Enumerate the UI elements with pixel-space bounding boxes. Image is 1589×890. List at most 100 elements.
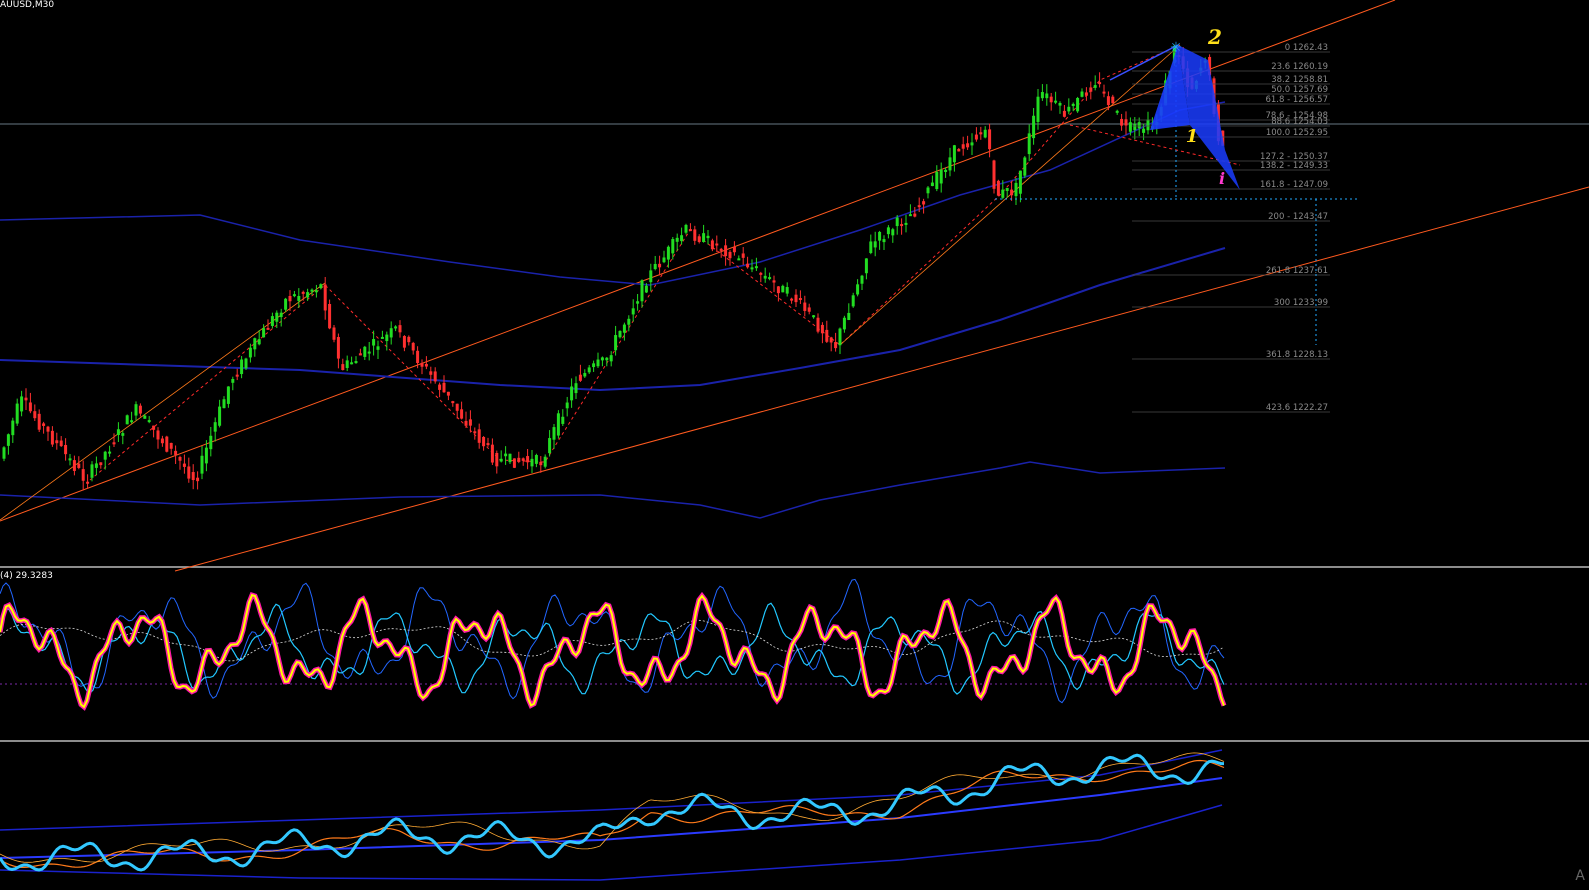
candle-body <box>416 350 420 364</box>
chart-canvas[interactable]: 0 1262.43 23.6 1260.19 38.2 1258.8150.0 12… <box>0 0 1589 886</box>
candle-body <box>499 458 503 462</box>
candle-body <box>1027 133 1031 155</box>
candle-body <box>482 436 486 447</box>
candle-body <box>697 236 701 243</box>
candle-body <box>490 444 494 463</box>
candle-body <box>1084 92 1088 96</box>
candle-body <box>983 129 987 138</box>
candle-body <box>451 401 455 404</box>
candle-body <box>644 285 648 293</box>
candle-body <box>812 315 816 318</box>
candle-body <box>1054 100 1058 103</box>
candle-body <box>838 328 842 346</box>
candle-body <box>807 307 811 312</box>
candle-body <box>336 337 340 359</box>
fib-level-label: 38.2 1258.81 <box>1271 75 1328 85</box>
candle-body <box>605 357 609 361</box>
candle-body <box>512 458 516 468</box>
candle-body <box>90 464 94 478</box>
candle-body <box>420 362 424 367</box>
candle-body <box>50 430 54 445</box>
candle-body <box>495 452 499 467</box>
candle-body <box>820 324 824 334</box>
candle-body <box>834 342 838 349</box>
candle-body <box>1067 106 1071 112</box>
candle-body <box>33 411 37 419</box>
candle-body <box>900 224 904 227</box>
candle-body <box>6 434 10 446</box>
candle-body <box>754 266 758 269</box>
candle-body <box>750 267 754 270</box>
chart-window[interactable]: 0 1262.43 23.6 1260.19 38.2 1258.81 50.0 12… <box>0 0 1589 886</box>
candle-body <box>156 430 160 440</box>
stochastic-pane <box>0 578 1589 711</box>
candle-body <box>724 245 728 257</box>
channel-lower-line[interactable] <box>174 186 1589 572</box>
candle-body <box>134 404 138 416</box>
candle-body <box>556 413 560 436</box>
candle-body <box>112 442 116 445</box>
star-marker: ✳ <box>1170 40 1182 56</box>
candle-body <box>631 308 635 315</box>
candle-body <box>600 357 604 361</box>
fib-level-label: 261.8 1237.61 <box>1266 266 1328 276</box>
candle-body <box>688 229 692 232</box>
candle-body <box>640 280 644 302</box>
candle-body <box>1049 96 1053 103</box>
candle-body <box>187 466 191 479</box>
candle-body <box>363 346 367 357</box>
candle-body <box>671 239 675 254</box>
candle-body <box>301 291 305 294</box>
candle-body <box>262 328 266 338</box>
candle-body <box>1018 170 1022 194</box>
candle-body <box>200 455 204 474</box>
candle-body <box>1133 124 1137 131</box>
candle-body <box>816 317 820 332</box>
candle-body <box>121 433 125 436</box>
candle-body <box>732 246 736 253</box>
trend-line <box>839 44 1181 346</box>
candle-body <box>385 334 389 342</box>
candle-body <box>169 442 173 449</box>
candle-body <box>376 346 380 350</box>
candle-body <box>790 298 794 301</box>
candle-body <box>666 246 670 260</box>
candle-body <box>618 330 622 338</box>
candle-body <box>429 371 433 375</box>
candle-body <box>455 403 459 411</box>
candle-body <box>1106 96 1110 106</box>
candle-body <box>530 458 534 467</box>
candle-body <box>218 406 222 426</box>
fib-level-label: 161.8 - 1247.09 <box>1260 180 1328 190</box>
candles-group <box>2 44 1225 491</box>
symbol-timeframe-label: AUUSD,M30 <box>0 0 55 10</box>
candle-body <box>869 241 873 254</box>
candle-body <box>20 396 24 412</box>
candle-body <box>468 419 472 426</box>
candle-body <box>257 339 261 345</box>
candle-body <box>988 129 992 150</box>
candle-body <box>1102 91 1106 94</box>
candle-body <box>583 373 587 377</box>
candle-body <box>24 397 28 401</box>
candle-body <box>1062 110 1066 117</box>
candle-body <box>174 450 178 455</box>
candle-body <box>367 351 371 354</box>
candle-body <box>636 301 640 304</box>
candle-body <box>1111 96 1115 104</box>
candle-body <box>64 444 68 455</box>
candle-body <box>578 374 582 381</box>
candle-body <box>116 429 120 436</box>
candle-body <box>389 328 393 338</box>
candle-body <box>1032 115 1036 139</box>
candle-body <box>130 420 134 423</box>
candle-body <box>622 324 626 333</box>
candle-body <box>407 336 411 343</box>
fib-level-label: 0 1262.43 <box>1285 43 1328 53</box>
candle-body <box>358 353 362 356</box>
candle-body <box>974 134 978 140</box>
candle-body <box>561 416 565 424</box>
corner-mark: A <box>1575 868 1585 884</box>
candle-body <box>565 402 569 409</box>
candle-body <box>328 303 332 329</box>
